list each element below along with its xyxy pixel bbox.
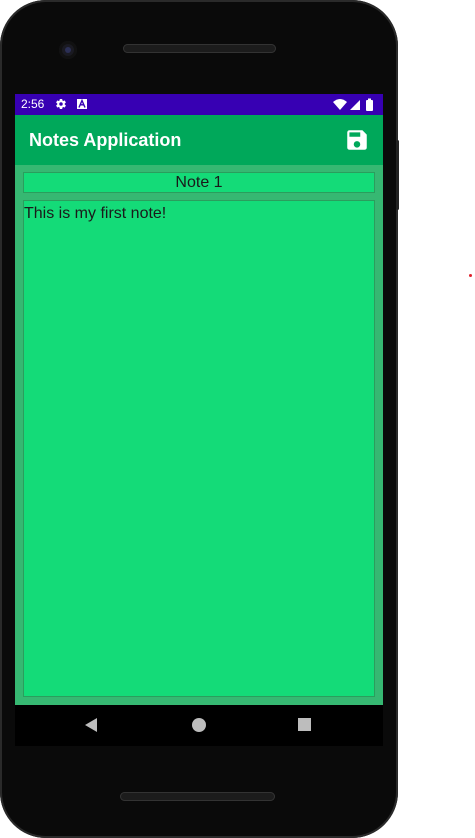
app-bar: Notes Application [15,115,383,165]
earpiece-speaker [123,44,276,53]
save-icon[interactable] [344,127,370,153]
signal-icon [350,100,360,110]
device-screen: 2:56 Notes Application Note 1 This is my… [15,94,383,746]
back-icon[interactable] [84,717,98,733]
note-body-field[interactable]: This is my first note! [23,200,375,697]
bottom-speaker [120,792,275,801]
home-icon[interactable] [192,718,206,732]
note-title-field[interactable]: Note 1 [23,172,375,193]
recents-icon[interactable] [298,718,311,731]
status-bar: 2:56 [15,94,383,115]
status-right-icons [333,98,373,111]
phone-frame: 2:56 Notes Application Note 1 This is my… [0,0,399,838]
app-title: Notes Application [29,130,182,150]
front-camera [59,41,77,59]
navigation-bar [15,705,383,746]
status-time: 2:56 [21,97,45,111]
battery-icon [366,100,373,111]
wifi-icon [333,99,347,110]
note-editor: Note 1 This is my first note! [15,165,383,705]
red-dot-marker [469,274,472,277]
phone-side-button [396,140,399,210]
gear-icon [56,99,66,110]
a-notification-icon [77,99,87,109]
